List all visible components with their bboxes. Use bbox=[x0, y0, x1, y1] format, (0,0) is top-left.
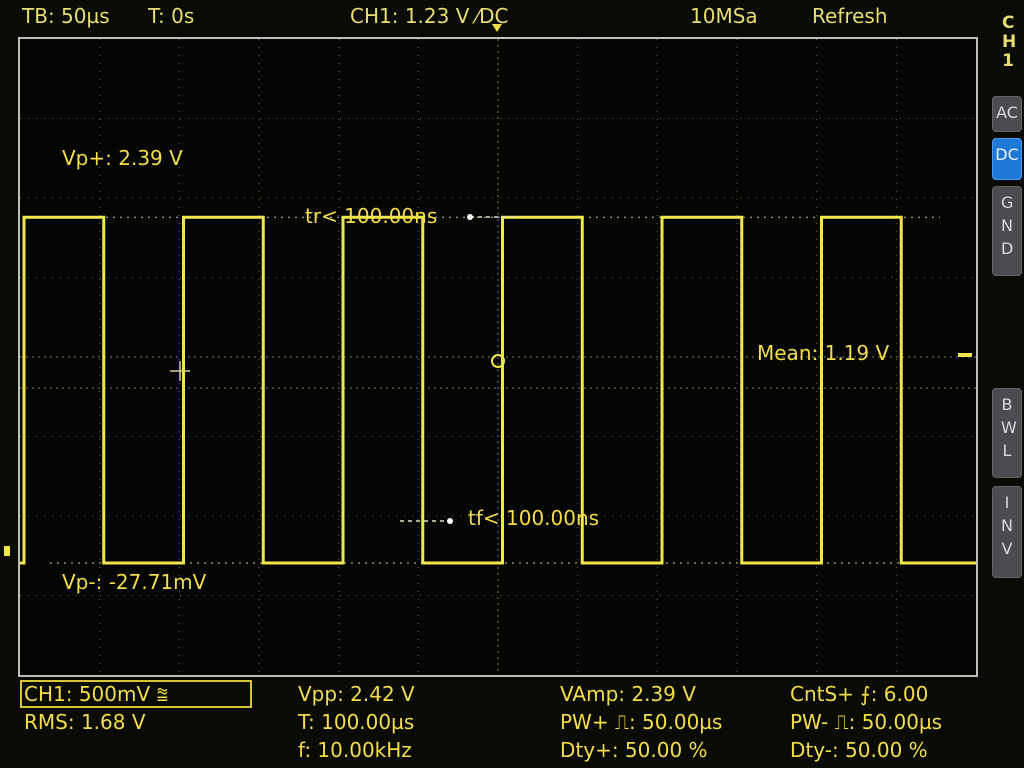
coupling-dc-button[interactable]: DC bbox=[992, 138, 1022, 180]
coupling-gnd-label: GND bbox=[1001, 193, 1014, 258]
fall-time-dot bbox=[447, 518, 453, 524]
coupling-gnd-button[interactable]: GND bbox=[992, 186, 1022, 276]
vp-minus-label: Vp-: -27.71mV bbox=[62, 570, 207, 594]
pw-plus-readout: PW+ ⎍: 50.00µs bbox=[560, 710, 723, 734]
bandwidth-limit-label: BWL bbox=[1001, 395, 1017, 460]
mean-label: Mean: 1.19 V bbox=[757, 341, 890, 365]
channel-scale-readout: CH1: 500mV ⩰ bbox=[24, 682, 169, 706]
period-readout: T: 100.00µs bbox=[298, 710, 415, 734]
duty-plus-readout: Dty+: 50.00 % bbox=[560, 738, 708, 762]
invert-button[interactable]: INV bbox=[992, 486, 1022, 578]
acquisition-mode[interactable]: Refresh bbox=[812, 4, 888, 28]
fall-time-label: tf< 100.00ns bbox=[468, 506, 600, 530]
timebase-readout[interactable]: TB: 50µs bbox=[22, 4, 110, 28]
trigger-time-readout[interactable]: T: 0s bbox=[148, 4, 194, 28]
channel-trigger-readout[interactable]: CH1: 1.23 V ⁄DC bbox=[350, 4, 508, 28]
trigger-level-marker[interactable] bbox=[958, 353, 972, 357]
channel-ground-marker[interactable] bbox=[4, 546, 10, 556]
rise-time-label: tr< 100.00ns bbox=[305, 204, 438, 228]
coupling-ac-label: AC bbox=[996, 103, 1018, 122]
channel-label-text: CH1 bbox=[1002, 13, 1017, 71]
duty-minus-readout: Dty-: 50.00 % bbox=[790, 738, 928, 762]
frequency-readout: f: 10.00kHz bbox=[298, 738, 412, 762]
bandwidth-limit-button[interactable]: BWL bbox=[992, 388, 1022, 478]
rms-readout: RMS: 1.68 V bbox=[24, 710, 146, 734]
invert-label: INV bbox=[1001, 493, 1013, 558]
trigger-position-marker[interactable] bbox=[492, 24, 502, 32]
coupling-dc-label: DC bbox=[995, 145, 1019, 164]
channel-label: CH1 bbox=[996, 14, 1020, 71]
sample-rate-readout: 10MSa bbox=[690, 4, 758, 28]
vp-plus-label: Vp+: 2.39 V bbox=[62, 146, 183, 170]
rise-time-dot bbox=[467, 214, 473, 220]
count-plus-readout: CntS+ ⨍: 6.00 bbox=[790, 682, 929, 706]
vpp-readout: Vpp: 2.42 V bbox=[298, 682, 415, 706]
pw-minus-readout: PW- ⎍: 50.00µs bbox=[790, 710, 943, 734]
coupling-ac-button[interactable]: AC bbox=[992, 96, 1022, 132]
vamp-readout: VAmp: 2.39 V bbox=[560, 682, 696, 706]
